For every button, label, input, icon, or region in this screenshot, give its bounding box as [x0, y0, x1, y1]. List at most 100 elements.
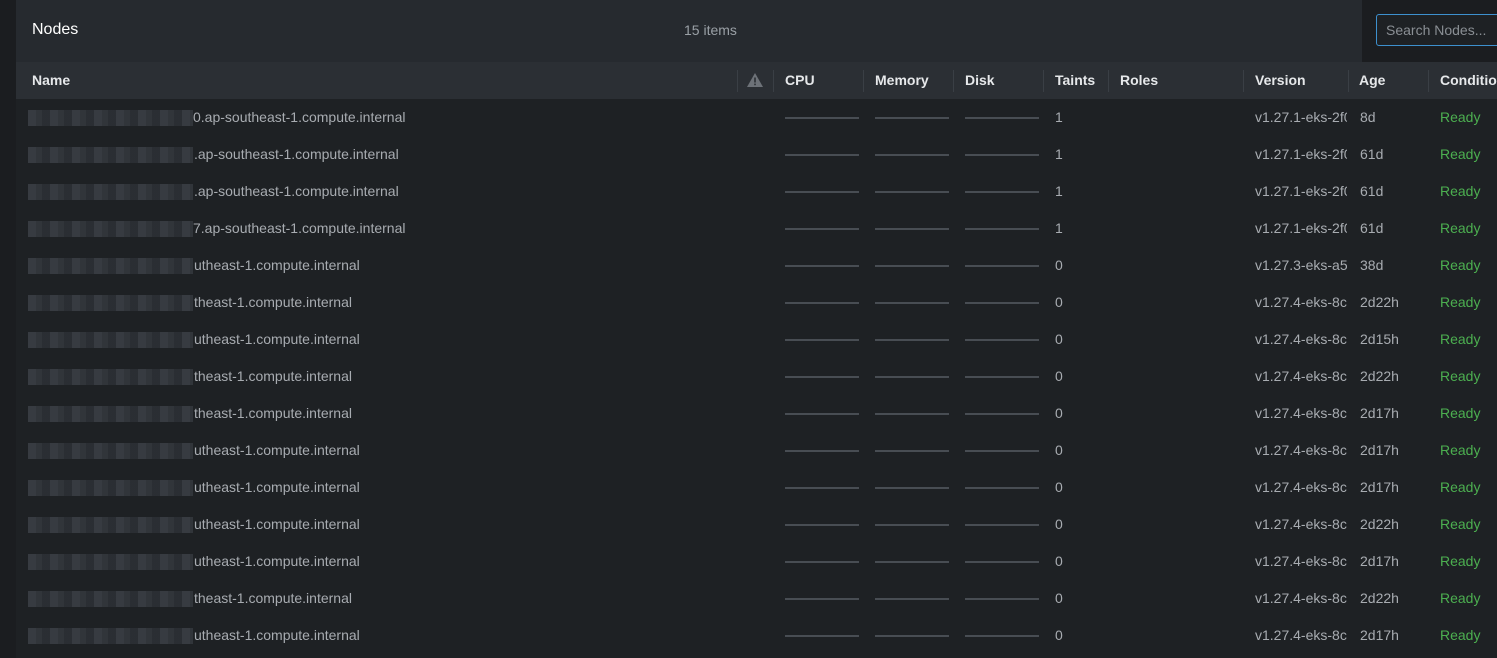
table-row[interactable]: theast-1.compute.internal 0 v1.27.4-eks-8c… — [16, 284, 1497, 321]
redacted-name-prefix — [28, 110, 193, 126]
column-cpu[interactable]: CPU — [785, 62, 815, 99]
disk-meter — [965, 228, 1039, 230]
node-name[interactable]: utheast-1.compute.internal — [194, 617, 734, 654]
disk-meter — [965, 561, 1039, 563]
disk-meter — [965, 265, 1039, 267]
column-divider — [1428, 70, 1429, 92]
column-taints[interactable]: Taints — [1055, 62, 1095, 99]
disk-meter — [965, 302, 1039, 304]
table-row[interactable]: utheast-1.compute.internal 0 v1.27.4-eks-8… — [16, 469, 1497, 506]
memory-meter — [875, 154, 949, 156]
memory-meter — [875, 376, 949, 378]
disk-meter — [965, 598, 1039, 600]
taints-cell: 0 — [1055, 331, 1063, 347]
column-disk[interactable]: Disk — [965, 62, 995, 99]
table-row[interactable]: theast-1.compute.internal 0 v1.27.4-eks-8c… — [16, 580, 1497, 617]
memory-meter — [875, 117, 949, 119]
condition-status: Ready — [1440, 479, 1481, 495]
node-name[interactable]: .ap-southeast-1.compute.internal — [194, 173, 734, 210]
column-conditions[interactable]: Conditions — [1440, 62, 1497, 99]
column-memory[interactable]: Memory — [875, 62, 929, 99]
disk-meter — [965, 450, 1039, 452]
table-row[interactable]: utheast-1.compute.internal 0 v1.27.4-eks-8… — [16, 617, 1497, 654]
column-version[interactable]: Version — [1255, 62, 1306, 99]
table-row[interactable]: utheast-1.compute.internal 0 v1.27.4-eks-8… — [16, 432, 1497, 469]
version-cell: v1.27.3-eks-a5565ad — [1255, 257, 1347, 273]
condition-status: Ready — [1440, 146, 1481, 162]
age-cell: 2d22h — [1360, 590, 1399, 606]
redacted-name-prefix — [28, 332, 193, 348]
table-row[interactable]: 0.ap-southeast-1.compute.internal 1 v1.27.… — [16, 99, 1497, 136]
taints-cell: 0 — [1055, 590, 1063, 606]
table-row[interactable]: .ap-southeast-1.compute.internal 1 v1.27.1… — [16, 173, 1497, 210]
node-name[interactable]: utheast-1.compute.internal — [194, 432, 734, 469]
table-row[interactable]: theast-1.compute.internal 0 v1.27.4-eks-8c… — [16, 395, 1497, 432]
column-name[interactable]: Name — [32, 62, 70, 99]
age-cell: 2d22h — [1360, 368, 1399, 384]
cpu-meter — [785, 117, 859, 119]
node-name[interactable]: theast-1.compute.internal — [194, 284, 734, 321]
cpu-meter — [785, 487, 859, 489]
node-name[interactable]: 7.ap-southeast-1.compute.internal — [193, 210, 733, 247]
node-name[interactable]: 0.ap-southeast-1.compute.internal — [193, 99, 733, 136]
memory-meter — [875, 598, 949, 600]
column-divider — [773, 70, 774, 92]
node-name[interactable]: utheast-1.compute.internal — [194, 543, 734, 580]
node-name[interactable]: utheast-1.compute.internal — [194, 321, 734, 358]
warning-triangle-icon[interactable] — [746, 72, 764, 88]
redacted-name-prefix — [28, 443, 193, 459]
disk-meter — [965, 191, 1039, 193]
version-cell: v1.27.4-eks-8ccc7ba — [1255, 516, 1347, 532]
memory-meter — [875, 413, 949, 415]
disk-meter — [965, 117, 1039, 119]
age-cell: 61d — [1360, 183, 1384, 199]
age-cell: 2d17h — [1360, 479, 1399, 495]
redacted-name-prefix — [28, 184, 193, 200]
taints-cell: 1 — [1055, 109, 1063, 125]
table-row[interactable]: theast-1.compute.internal 0 v1.27.4-eks-8c… — [16, 358, 1497, 395]
condition-status: Ready — [1440, 220, 1481, 236]
version-cell: v1.27.4-eks-8ccc7ba — [1255, 479, 1347, 495]
disk-meter — [965, 487, 1039, 489]
memory-meter — [875, 265, 949, 267]
version-cell: v1.27.1-eks-2f008fe — [1255, 183, 1347, 199]
taints-cell: 0 — [1055, 257, 1063, 273]
taints-cell: 0 — [1055, 442, 1063, 458]
table-row[interactable]: utheast-1.compute.internal 0 v1.27.4-eks-8… — [16, 543, 1497, 580]
version-cell: v1.27.4-eks-8ccc7ba — [1255, 331, 1347, 347]
redacted-name-prefix — [28, 591, 193, 607]
table-row[interactable]: .ap-southeast-1.compute.internal 1 v1.27.1… — [16, 136, 1497, 173]
cpu-meter — [785, 635, 859, 637]
node-name[interactable]: theast-1.compute.internal — [194, 395, 734, 432]
search-input[interactable] — [1376, 14, 1497, 46]
age-cell: 2d15h — [1360, 331, 1399, 347]
age-cell: 2d22h — [1360, 294, 1399, 310]
memory-meter — [875, 524, 949, 526]
column-divider — [1043, 70, 1044, 92]
node-name[interactable]: .ap-southeast-1.compute.internal — [194, 136, 734, 173]
column-divider — [863, 70, 864, 92]
table-row[interactable]: utheast-1.compute.internal 0 v1.27.3-eks-a… — [16, 247, 1497, 284]
node-name[interactable]: theast-1.compute.internal — [194, 580, 734, 617]
node-name[interactable]: theast-1.compute.internal — [194, 358, 734, 395]
version-cell: v1.27.4-eks-8ccc7ba — [1255, 405, 1347, 421]
memory-meter — [875, 635, 949, 637]
version-cell: v1.27.1-eks-2f008fe — [1255, 220, 1347, 236]
node-name[interactable]: utheast-1.compute.internal — [194, 506, 734, 543]
table-row[interactable]: 7.ap-southeast-1.compute.internal 1 v1.27.… — [16, 210, 1497, 247]
cpu-meter — [785, 561, 859, 563]
page-title: Nodes — [32, 21, 79, 38]
node-name[interactable]: utheast-1.compute.internal — [194, 469, 734, 506]
column-roles[interactable]: Roles — [1120, 62, 1158, 99]
cpu-meter — [785, 524, 859, 526]
disk-meter — [965, 339, 1039, 341]
node-name[interactable]: utheast-1.compute.internal — [194, 247, 734, 284]
table-row[interactable]: utheast-1.compute.internal 0 v1.27.4-eks-8… — [16, 321, 1497, 358]
column-age[interactable]: Age — [1359, 62, 1385, 99]
taints-cell: 0 — [1055, 368, 1063, 384]
condition-status: Ready — [1440, 516, 1481, 532]
taints-cell: 1 — [1055, 220, 1063, 236]
disk-meter — [965, 376, 1039, 378]
redacted-name-prefix — [28, 480, 193, 496]
table-row[interactable]: utheast-1.compute.internal 0 v1.27.4-eks-8… — [16, 506, 1497, 543]
